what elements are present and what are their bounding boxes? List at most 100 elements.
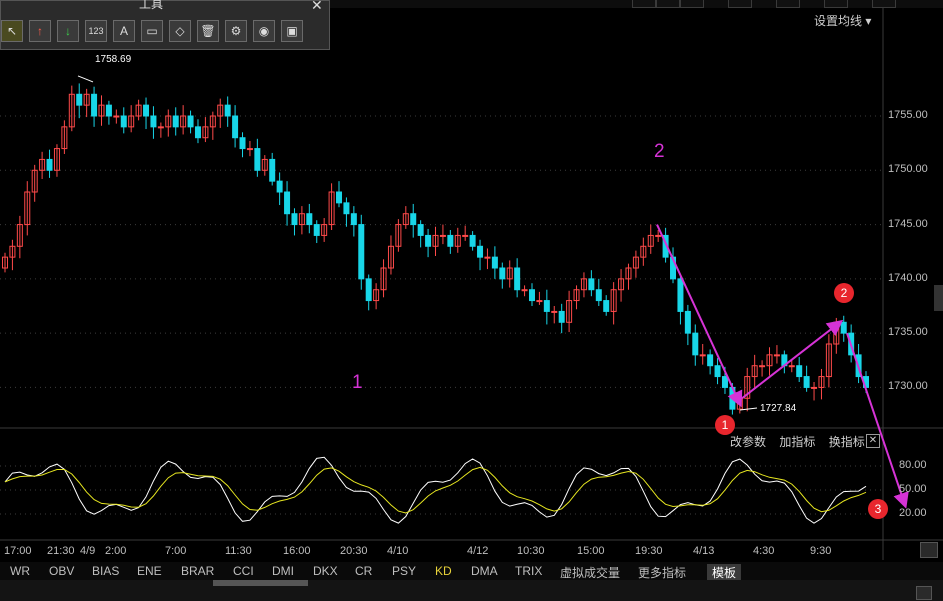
indicator-tab[interactable]: TRIX [515, 564, 542, 578]
indicator-tab[interactable]: CCI [233, 564, 254, 578]
candle-body [699, 354, 706, 357]
top-button[interactable] [632, 0, 656, 8]
kd-y-tick-label: 80.00 [899, 459, 927, 471]
top-button[interactable] [656, 0, 680, 8]
x-tick-label: 11:30 [225, 545, 252, 557]
indicator-tab[interactable]: BIAS [92, 564, 119, 578]
x-tick-label: 4/10 [387, 545, 409, 557]
candle-body [477, 245, 484, 258]
candle-body [358, 224, 365, 280]
top-button[interactable] [776, 0, 800, 8]
switch-indicator-button[interactable]: 换指标 [829, 435, 865, 449]
top-toolbar-strip [330, 0, 943, 8]
right-panel-toggle[interactable] [934, 285, 943, 311]
indicator-tab[interactable]: KD [435, 564, 452, 578]
arrow-down-icon[interactable]: ↓ [57, 20, 79, 42]
candle-body [417, 224, 424, 236]
eraser-icon[interactable]: ◇ [169, 20, 191, 42]
y-tick-label: 1745.00 [888, 217, 928, 230]
x-tick-label: 4/13 [693, 545, 715, 557]
low-price-label: 1727.84 [760, 403, 797, 414]
candle-body [157, 126, 164, 129]
candle-body [462, 234, 469, 237]
candle-body [595, 289, 602, 302]
marker-1: 1 [715, 415, 735, 435]
candle-body [491, 256, 498, 269]
eye-icon[interactable]: ◉ [253, 20, 275, 42]
indicator-tab[interactable]: DMA [471, 564, 498, 578]
candle-body [558, 310, 565, 323]
indicator-tab[interactable]: CR [355, 564, 372, 578]
high-price-label: 1758.69 [95, 54, 132, 65]
cursor-icon[interactable]: ↖ [1, 20, 23, 42]
candle-body [484, 256, 491, 259]
y-tick-label: 1740.00 [888, 271, 928, 284]
indicator-tab[interactable]: DMI [272, 564, 294, 578]
indicator-tab-bar: WR OBV BIAS ENE BRAR CCI DMI DKX CR PSY KD DMA TRIX 虚… [0, 562, 943, 581]
indicator-tab[interactable]: 虚拟成交量 [560, 564, 620, 581]
close-icon[interactable]: ✕ [311, 0, 323, 14]
candle-body [291, 213, 298, 226]
candle-body [113, 115, 120, 118]
wave-label-1: 1 [352, 372, 363, 393]
top-button[interactable] [824, 0, 848, 8]
candle-body [721, 376, 728, 388]
candle-body [773, 354, 780, 357]
y-tick-label: 1750.00 [888, 163, 928, 176]
indicator-tab[interactable]: OBV [49, 564, 74, 578]
number-tag-icon[interactable]: 123 [85, 20, 107, 42]
x-tick-label: 4:30 [753, 545, 775, 557]
top-button[interactable] [872, 0, 896, 8]
add-indicator-button[interactable]: 加指标 [779, 435, 815, 449]
candle-body [803, 376, 810, 388]
candle-body [410, 213, 417, 226]
price-chart[interactable] [0, 0, 943, 601]
candle-body [254, 148, 261, 171]
x-tick-label: 15:00 [577, 545, 605, 557]
x-tick-label: 4/9 [80, 545, 96, 557]
indicator-tab[interactable]: WR [10, 564, 30, 578]
scroll-handle[interactable] [213, 580, 308, 586]
candle-body [239, 137, 246, 150]
candle-body [224, 104, 231, 117]
indicator-tab[interactable]: DKX [313, 564, 338, 578]
top-button[interactable] [728, 0, 752, 8]
candle-body [788, 365, 795, 368]
x-tick-label: 7:00 [165, 545, 187, 557]
x-tick-label: 4/12 [467, 545, 489, 557]
ruler-icon[interactable]: ▭ [141, 20, 163, 42]
candle-body [91, 93, 98, 117]
candle-body [269, 158, 276, 182]
set-ma-dropdown[interactable]: 设置均线 ▾ [814, 12, 871, 29]
text-icon[interactable]: A [113, 20, 135, 42]
zoom-button[interactable] [920, 542, 938, 558]
candle-body [343, 202, 350, 215]
drawing-toolbar: 工具 ✕ ↖ ↑ ↓ 123 A ▭ ◇ 🗑 ⚙ ◉ ▣ [0, 0, 330, 50]
edit-params-button[interactable]: 改参数 [730, 435, 766, 449]
indicator-tab[interactable]: 更多指标 [638, 564, 686, 581]
indicator-tab[interactable]: BRAR [181, 564, 214, 578]
indicator-tab[interactable]: ENE [137, 564, 162, 578]
x-tick-label: 10:30 [517, 545, 545, 557]
close-icon[interactable]: ✕ [866, 434, 880, 448]
marker-3: 3 [868, 499, 888, 519]
indicator-controls: 改参数 加指标 换指标 [730, 433, 875, 450]
candle-body [603, 300, 610, 312]
expand-button[interactable] [916, 586, 932, 600]
y-tick-label: 1730.00 [888, 380, 928, 393]
kd-y-tick-label: 50.00 [899, 483, 927, 495]
x-tick-label: 2:00 [105, 545, 127, 557]
indicator-tab[interactable]: PSY [392, 564, 416, 578]
toolbar-title: 工具 [138, 0, 163, 11]
candle-body [194, 126, 201, 139]
candle-body [284, 191, 291, 215]
save-icon[interactable]: ▣ [281, 20, 303, 42]
candle-body [536, 300, 543, 303]
trash-icon[interactable]: 🗑 [197, 20, 219, 42]
top-button[interactable] [680, 0, 704, 8]
settings-icon[interactable]: ⚙ [225, 20, 247, 42]
arrow-up-icon[interactable]: ↑ [29, 20, 51, 42]
indicator-tab[interactable]: 模板 [707, 564, 742, 581]
candle-body [469, 234, 476, 247]
candle-body [692, 332, 699, 356]
